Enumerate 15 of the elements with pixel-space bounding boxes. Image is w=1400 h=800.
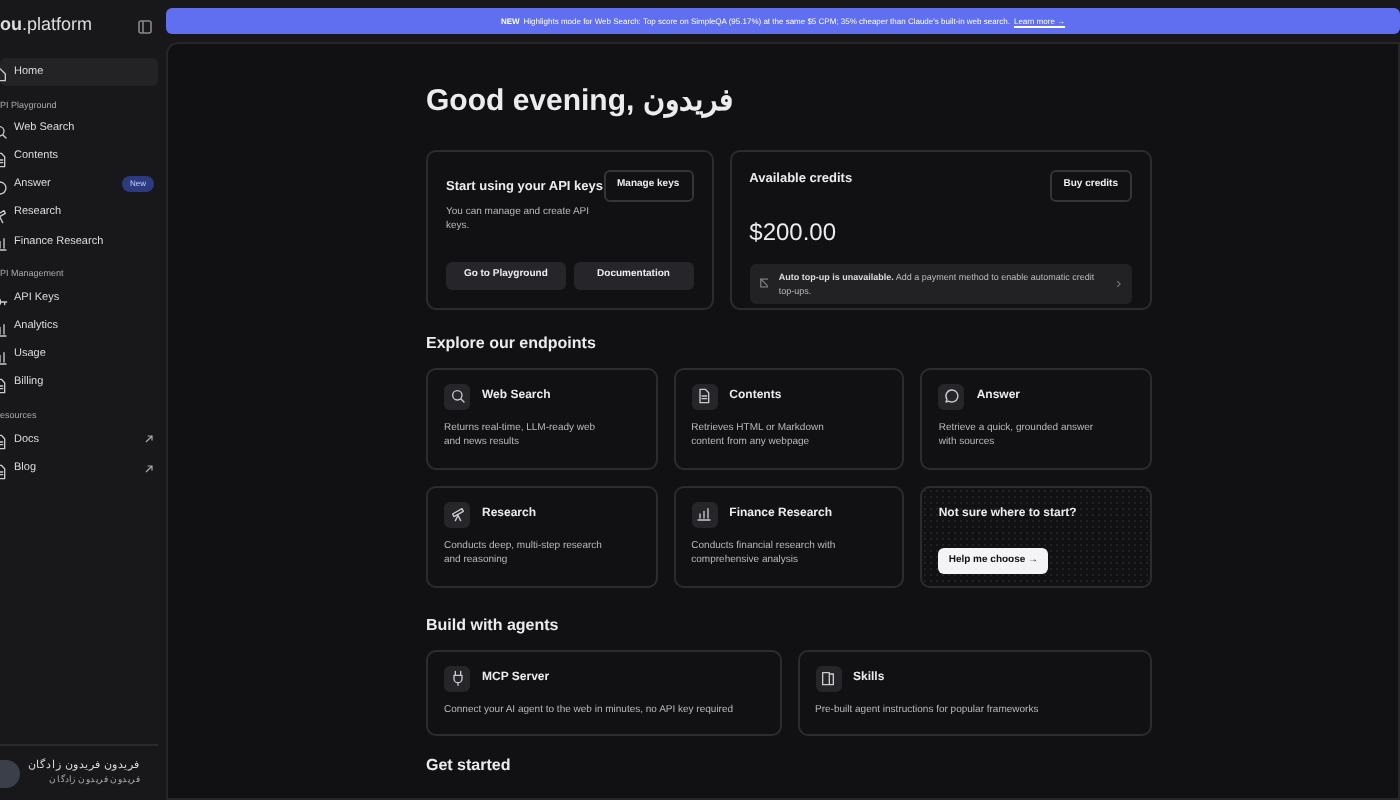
credit-amount: $200.00 (749, 215, 839, 249)
sidebar-toggle-icon[interactable] (138, 19, 152, 33)
section-heading: Get started (426, 757, 513, 775)
chevron-right-icon (1116, 279, 1122, 288)
greeting: Good evening, فریدون (426, 84, 735, 122)
telescope-icon (449, 506, 465, 523)
avatar-icon (0, 759, 20, 787)
section-heading: Build with agents (426, 617, 561, 636)
brand-logo[interactable]: ou.platform (0, 12, 93, 40)
chart-icon (696, 506, 713, 523)
section-heading: Explore our endpoints (426, 336, 598, 354)
search-icon (449, 388, 465, 405)
plug-icon (449, 670, 465, 687)
chat-bubble-icon (943, 388, 960, 405)
document-icon (696, 388, 713, 405)
